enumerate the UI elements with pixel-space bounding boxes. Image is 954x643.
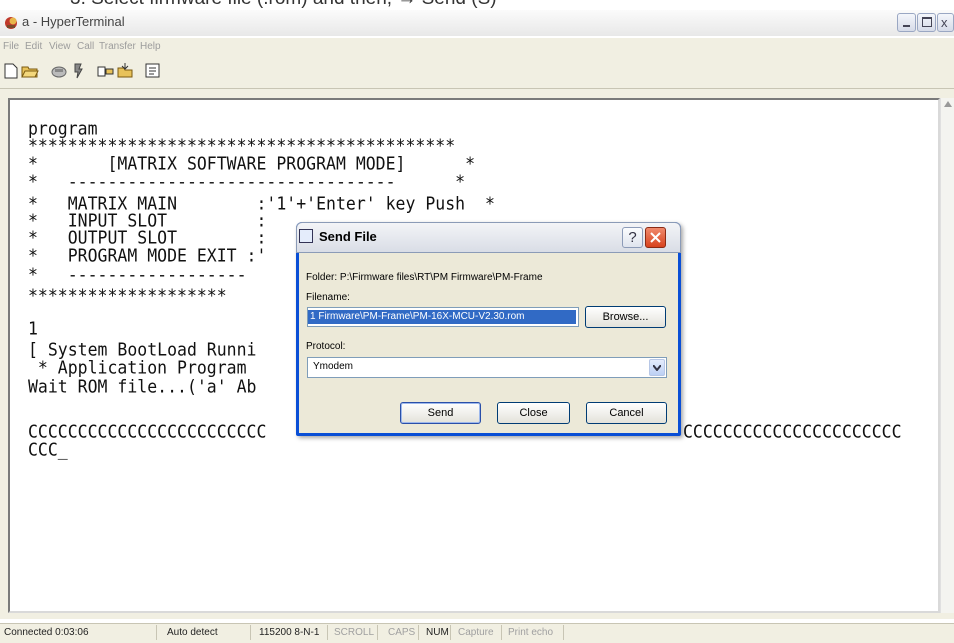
status-divider xyxy=(377,625,378,640)
status-scroll: SCROLL xyxy=(334,627,375,638)
help-button[interactable]: ? xyxy=(622,227,643,248)
status-divider xyxy=(450,625,451,640)
filename-value: 1 Firmware\PM-Frame\PM-16X-MCU-V2.30.rom xyxy=(310,311,525,322)
scroll-up-icon[interactable] xyxy=(944,101,952,107)
status-divider xyxy=(327,625,328,640)
status-connected: Connected 0:03:06 xyxy=(4,627,89,638)
status-divider xyxy=(563,625,564,640)
menu-file[interactable]: File xyxy=(3,41,19,52)
protocol-value: Ymodem xyxy=(313,361,354,372)
protocol-select[interactable]: Ymodem xyxy=(307,357,667,378)
close-icon xyxy=(650,232,661,243)
status-caps: CAPS xyxy=(388,627,416,638)
dialog-window-icon xyxy=(299,229,313,243)
terminal-cursor-line: CCC_ xyxy=(28,439,68,460)
menu-view[interactable]: View xyxy=(49,41,71,52)
close-window-button[interactable]: x xyxy=(937,13,954,32)
menu-call[interactable]: Call xyxy=(77,41,94,52)
properties-icon[interactable] xyxy=(144,62,162,80)
status-divider xyxy=(250,625,251,640)
terminal-line: * PROGRAM MODE EXIT :' xyxy=(28,245,267,266)
filename-label: Filename: xyxy=(306,292,350,303)
browse-button[interactable]: Browse... xyxy=(585,306,666,328)
send-icon[interactable] xyxy=(97,62,115,80)
menu-edit[interactable]: Edit xyxy=(25,41,42,52)
vertical-scrollbar[interactable] xyxy=(940,98,954,613)
terminal-line: * [MATRIX SOFTWARE PROGRAM MODE] * xyxy=(28,153,476,174)
status-divider xyxy=(156,625,157,640)
terminal-line: 1 xyxy=(28,318,38,339)
terminal-line: * ------------------ xyxy=(28,264,247,285)
receive-icon[interactable] xyxy=(116,62,134,80)
dialog-title: Send File xyxy=(319,229,377,244)
terminal-line: Wait ROM file...('a' Ab xyxy=(28,376,257,397)
terminal-line: ****************************************… xyxy=(28,135,456,156)
dropdown-button[interactable] xyxy=(649,359,665,376)
filename-input[interactable]: 1 Firmware\PM-Frame\PM-16X-MCU-V2.30.rom xyxy=(307,307,579,327)
disconnect-icon[interactable] xyxy=(69,62,87,80)
open-icon[interactable] xyxy=(21,62,39,80)
status-capture: Capture xyxy=(458,627,494,638)
status-print-echo: Print echo xyxy=(508,627,554,638)
status-detect: Auto detect xyxy=(167,627,218,638)
window-title: a - HyperTerminal xyxy=(22,14,125,29)
terminal-line: ******************** xyxy=(28,285,227,306)
protocol-label: Protocol: xyxy=(306,341,346,352)
terminal-line: [ System BootLoad Runni xyxy=(28,339,257,360)
status-num: NUM xyxy=(426,627,449,638)
status-divider xyxy=(501,625,502,640)
dialog-close-button[interactable] xyxy=(645,227,666,248)
phone-icon[interactable] xyxy=(50,62,68,80)
close-button[interactable]: Close xyxy=(497,402,570,424)
terminal-c-line-left: CCCCCCCCCCCCCCCCCCCCCCCC xyxy=(28,421,267,442)
cancel-button[interactable]: Cancel xyxy=(586,402,667,424)
hyperterminal-icon xyxy=(5,17,17,29)
terminal-c-line-right: CCCCCCCCCCCCCCCCCCCCCC xyxy=(683,421,902,442)
send-button[interactable]: Send xyxy=(400,402,481,424)
menu-transfer[interactable]: Transfer xyxy=(99,41,136,52)
minimize-button[interactable] xyxy=(897,13,916,32)
status-params: 115200 8-N-1 xyxy=(259,627,320,638)
new-icon[interactable] xyxy=(2,62,20,80)
terminal-line: * OUTPUT SLOT : xyxy=(28,227,267,248)
chevron-down-icon xyxy=(653,365,661,371)
terminal-line: * Application Program xyxy=(28,357,247,378)
status-divider xyxy=(418,625,419,640)
menu-help[interactable]: Help xyxy=(140,41,161,52)
maximize-button[interactable] xyxy=(917,13,936,32)
window-titlebar xyxy=(0,10,954,36)
instruction-caption: 3. Select firmware file (.rom) and then,… xyxy=(70,0,497,10)
folder-label: Folder: P:\Firmware files\RT\PM Firmware… xyxy=(306,272,543,283)
terminal-line: * --------------------------------- * xyxy=(28,171,466,192)
